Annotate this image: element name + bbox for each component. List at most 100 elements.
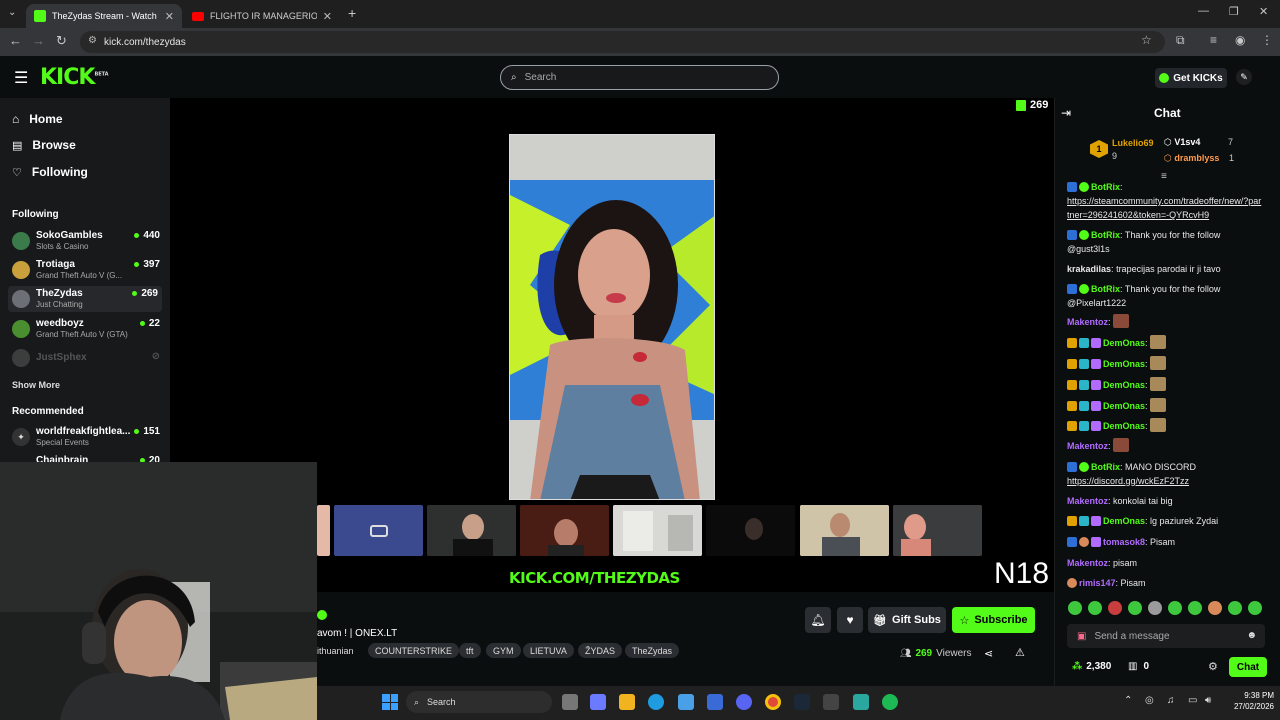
chat-username[interactable]: Makentoz: [1067, 441, 1108, 451]
chat-username[interactable]: Makentoz: [1067, 496, 1108, 506]
notifications-bell-button[interactable]: 🔔︎: [805, 607, 831, 633]
reload-icon[interactable]: ↻: [56, 33, 67, 49]
bookmark-star-icon[interactable]: ☆: [1141, 33, 1152, 47]
chat-username[interactable]: tomasok8: [1103, 537, 1145, 547]
site-info-icon[interactable]: ⚙: [88, 35, 97, 46]
sidebar-item-following[interactable]: ♡ Following: [12, 164, 88, 180]
edge-icon[interactable]: [648, 694, 664, 710]
microphone-icon[interactable]: ♫: [1167, 695, 1175, 706]
chat-message-input[interactable]: ▣ Send a message ☻: [1067, 624, 1265, 648]
emote-icon[interactable]: [1128, 601, 1142, 615]
app-icon[interactable]: [853, 694, 869, 710]
obs-icon[interactable]: [823, 694, 839, 710]
copilot-icon[interactable]: [590, 694, 606, 710]
close-tab-icon[interactable]: ✕: [323, 10, 332, 23]
emote-icon[interactable]: [1108, 601, 1122, 615]
close-window-icon[interactable]: ✕: [1259, 5, 1268, 18]
channel-item-worldfreakfightleague[interactable]: ✦ worldfreakfightlea... Special Events 1…: [12, 424, 160, 450]
channel-item-weedboyz[interactable]: weedboyz Grand Theft Auto V (GTA) 22: [12, 316, 160, 342]
close-tab-icon[interactable]: ✕: [165, 10, 174, 23]
profile-icon[interactable]: ◉: [1235, 33, 1245, 47]
chat-username[interactable]: DemOnas: [1103, 338, 1145, 348]
subscribe-button[interactable]: ☆ Subscribe: [952, 607, 1035, 633]
task-view-icon[interactable]: [562, 694, 578, 710]
emote-icon[interactable]: [1188, 601, 1202, 615]
chat-username[interactable]: BotRix: [1091, 182, 1120, 192]
chat-link[interactable]: https://discord.gg/wckEzF2Tzz: [1067, 476, 1189, 486]
emote-icon[interactable]: [1148, 601, 1162, 615]
spotify-icon[interactable]: [882, 694, 898, 710]
file-explorer-icon[interactable]: [619, 694, 635, 710]
tab-search-chevron-icon[interactable]: ⌄: [8, 7, 16, 18]
chrome-icon[interactable]: [765, 694, 781, 710]
chat-username[interactable]: BotRix: [1091, 230, 1120, 240]
emote-icon[interactable]: [1068, 601, 1082, 615]
user-avatar[interactable]: ✎: [1236, 69, 1252, 85]
chat-username[interactable]: Makentoz: [1067, 558, 1108, 568]
channel-points[interactable]: ⁂ 2,380: [1072, 661, 1111, 672]
sidebar-item-home[interactable]: ⌂ Home: [12, 111, 63, 127]
leaderboard-name[interactable]: Lukelio69: [1112, 138, 1154, 148]
gift-count[interactable]: ▥ 0: [1128, 661, 1149, 672]
tray-app-icon[interactable]: ◎: [1145, 695, 1154, 706]
chat-username[interactable]: DemOnas: [1103, 401, 1145, 411]
hamburger-menu-icon[interactable]: ☰: [14, 68, 28, 88]
search-input[interactable]: ⌕ Search: [500, 65, 779, 90]
collapse-chat-icon[interactable]: ⇥: [1061, 106, 1071, 120]
mail-icon[interactable]: [707, 694, 723, 710]
chat-username[interactable]: DemOnas: [1103, 516, 1145, 526]
channel-item-justsphex[interactable]: JustSphex ⊘: [12, 345, 160, 371]
steam-icon[interactable]: [794, 694, 810, 710]
chat-link[interactable]: https://steamcommunity.com/tradeoffer/ne…: [1067, 196, 1261, 220]
minimize-icon[interactable]: —: [1198, 5, 1209, 17]
extensions-icon[interactable]: ⧉: [1176, 33, 1185, 48]
chat-username[interactable]: DemOnas: [1103, 380, 1145, 390]
sidebar-item-browse[interactable]: ▤ Browse: [12, 137, 76, 153]
browser-menu-icon[interactable]: ⋮: [1261, 33, 1273, 47]
chat-username[interactable]: rimis147: [1079, 578, 1116, 588]
address-bar[interactable]: ⚙ kick.com/thezydas: [80, 31, 1165, 53]
channel-item-thezydas[interactable]: TheZydas Just Chatting 269: [8, 286, 162, 312]
gift-subs-button[interactable]: 🎁︎ Gift Subs: [868, 607, 946, 633]
tab-youtube[interactable]: FLIGHTO IR MANAGERIO PIRM ✕: [184, 4, 340, 28]
leaderboard-entry[interactable]: ⬡ dramblyss: [1164, 153, 1219, 164]
taskbar-clock[interactable]: 9:38 PM 27/02/2026: [1226, 690, 1274, 712]
volume-icon[interactable]: 🔊︎: [1205, 695, 1211, 706]
emote-picker-icon[interactable]: ☻: [1246, 630, 1257, 641]
network-icon[interactable]: ▭: [1188, 695, 1197, 706]
leaderboard-entry[interactable]: ⬡ V1sv4: [1164, 137, 1200, 148]
chat-username[interactable]: krakadilas: [1067, 264, 1111, 274]
follow-heart-button[interactable]: ♥: [837, 607, 863, 633]
show-more-link[interactable]: Show More: [12, 380, 60, 390]
emote-icon[interactable]: [1248, 601, 1262, 615]
restore-icon[interactable]: ❐: [1229, 5, 1239, 18]
emote-icon[interactable]: [1088, 601, 1102, 615]
stream-tag[interactable]: ŽYDAS: [578, 643, 623, 658]
share-icon[interactable]: ⋖: [984, 647, 993, 660]
stream-tag[interactable]: tft: [459, 643, 481, 658]
stream-tag[interactable]: COUNTERSTRIKE: [368, 643, 460, 658]
emote-icon[interactable]: [1208, 601, 1222, 615]
channel-item-sokogambles[interactable]: SokoGambles Slots & Casino 440: [12, 228, 160, 254]
emote-icon[interactable]: [1228, 601, 1242, 615]
stream-tag[interactable]: LIETUVA: [523, 643, 574, 658]
get-kicks-button[interactable]: Get KICKs: [1155, 68, 1227, 88]
windows-start-icon[interactable]: [382, 694, 398, 710]
new-tab-icon[interactable]: +: [348, 5, 356, 21]
chat-settings-gear-icon[interactable]: ⚙: [1208, 660, 1218, 673]
forward-icon[interactable]: →: [32, 33, 45, 48]
stream-tag[interactable]: TheZydas: [625, 643, 680, 658]
chat-username[interactable]: Makentoz: [1067, 317, 1108, 327]
tray-chevron-icon[interactable]: ⌃: [1124, 695, 1132, 706]
stream-tag[interactable]: GYM: [486, 643, 521, 658]
store-icon[interactable]: [678, 694, 694, 710]
send-chat-button[interactable]: Chat: [1229, 657, 1267, 677]
chat-username[interactable]: DemOnas: [1103, 421, 1145, 431]
discord-icon[interactable]: [736, 694, 752, 710]
kick-logo[interactable]: KICKBETA: [40, 65, 109, 90]
chat-username[interactable]: DemOnas: [1103, 359, 1145, 369]
chat-username[interactable]: BotRix: [1091, 284, 1120, 294]
stream-tag[interactable]: ithuanian: [311, 643, 360, 658]
channel-item-trotiaga[interactable]: Trotiaga Grand Theft Auto V (G... 397: [12, 257, 160, 283]
tab-thezydas[interactable]: TheZydas Stream - Watch Live o ✕: [26, 4, 182, 28]
